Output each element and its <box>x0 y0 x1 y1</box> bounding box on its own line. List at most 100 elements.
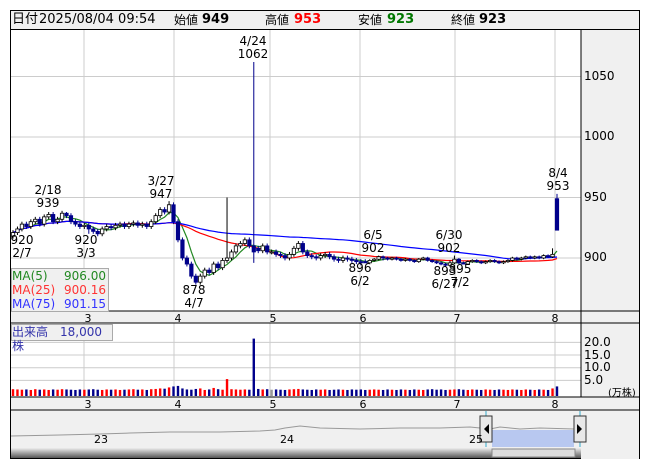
volume-bar <box>408 389 412 396</box>
candle <box>100 226 105 237</box>
volume-bar <box>230 389 233 396</box>
volume-bar <box>426 389 429 396</box>
candle <box>59 210 65 222</box>
volume-bar <box>479 389 483 396</box>
navigator-label-23: 23 <box>94 433 108 446</box>
candle <box>300 241 305 255</box>
volume-bar <box>69 389 73 396</box>
volume-bar <box>439 389 443 396</box>
candle <box>77 221 82 229</box>
month-tick: 7 <box>453 398 461 411</box>
candle <box>492 259 497 263</box>
month-tick: 5 <box>269 312 277 325</box>
candle <box>318 253 323 261</box>
month-tick: 7 <box>453 312 461 325</box>
annotation-high-3-27: 3/27 947 <box>147 174 175 201</box>
volume-bar <box>87 389 91 396</box>
volume-bar <box>511 389 514 396</box>
volume-bar <box>212 387 215 396</box>
annotation-low-3-3: 920 3/3 <box>74 233 98 260</box>
volume-bar <box>430 389 434 396</box>
candle <box>140 221 145 228</box>
volume-bar <box>404 389 407 396</box>
volume-bar <box>216 389 220 396</box>
volume-bar <box>493 389 496 396</box>
candle <box>224 197 230 263</box>
volume-bar <box>537 389 541 396</box>
volume-bar <box>100 389 104 396</box>
month-axis-bg <box>11 311 639 323</box>
annotation-high-4-24: 4/24 1062 <box>237 34 269 61</box>
candle <box>180 237 185 261</box>
volume-bar <box>488 389 492 396</box>
annotation-low-7-2: 895 7/2 <box>448 262 472 289</box>
volume-bar <box>194 388 198 396</box>
volume-bar <box>109 389 113 396</box>
ma25-value: 900.16 <box>64 283 106 297</box>
navigator-right-handle[interactable] <box>573 415 587 443</box>
volume-bar <box>297 388 300 396</box>
volume-bar <box>78 389 82 396</box>
volume-bar <box>96 389 99 396</box>
annotation-high-6-30: 6/30 902 <box>435 228 463 255</box>
volume-bar <box>453 389 456 396</box>
volume-bar <box>141 389 144 396</box>
volume-bar <box>413 389 416 396</box>
ma75-value: 901.15 <box>64 297 106 311</box>
candle <box>73 219 78 227</box>
candle <box>202 267 207 279</box>
volume-bar <box>386 389 389 396</box>
candle <box>291 245 297 257</box>
volume-bar <box>118 389 122 396</box>
candle <box>287 251 292 261</box>
volume-bar <box>25 389 28 396</box>
volume-bar <box>65 389 68 396</box>
volume-bar <box>457 389 461 396</box>
candle <box>135 220 140 228</box>
volume-bar <box>225 379 229 396</box>
candle <box>189 261 194 279</box>
candle <box>554 193 560 231</box>
volume-bar <box>16 389 19 396</box>
volume-bar <box>368 389 371 396</box>
volume-bar <box>444 389 447 396</box>
annotation-low-4-7: 878 4/7 <box>182 283 206 310</box>
volume-bar <box>315 389 318 396</box>
volume-bar <box>497 389 501 396</box>
candle <box>184 255 190 267</box>
volume-bar <box>364 389 367 396</box>
volume-unit: (万株) <box>608 388 636 399</box>
volume-bar <box>239 389 242 396</box>
price-tick: 950 <box>584 190 607 204</box>
volume-bar <box>337 389 340 396</box>
candle <box>33 216 38 225</box>
volume-bar <box>448 389 452 396</box>
volume-bar <box>158 388 162 396</box>
volume-bar <box>462 389 465 396</box>
volume-bar <box>377 389 380 396</box>
volume-bar <box>154 388 157 396</box>
volume-bar <box>150 389 153 396</box>
navigator-side <box>581 410 639 459</box>
candle <box>162 207 167 215</box>
volume-bar <box>221 389 224 396</box>
volume-bar <box>520 389 523 396</box>
ma5-label: MA(5) <box>12 269 48 283</box>
volume-bar <box>123 389 126 396</box>
volume-bar <box>38 389 41 396</box>
ma25-label: MA(25) <box>12 283 56 297</box>
volume-bar <box>207 389 211 396</box>
candle <box>19 221 25 232</box>
volume-bar <box>551 388 554 396</box>
volume-bar <box>51 389 55 396</box>
candle <box>131 220 136 227</box>
volume-bar <box>341 389 345 396</box>
month-tick: 6 <box>359 312 367 325</box>
candle <box>175 219 181 243</box>
navigator-selection[interactable] <box>492 430 574 447</box>
candle <box>331 254 337 262</box>
volume-bar <box>270 389 273 396</box>
volume-bar <box>533 389 536 396</box>
volume-bar <box>167 387 171 396</box>
navigator-scrollbar-thumb[interactable] <box>491 448 576 458</box>
